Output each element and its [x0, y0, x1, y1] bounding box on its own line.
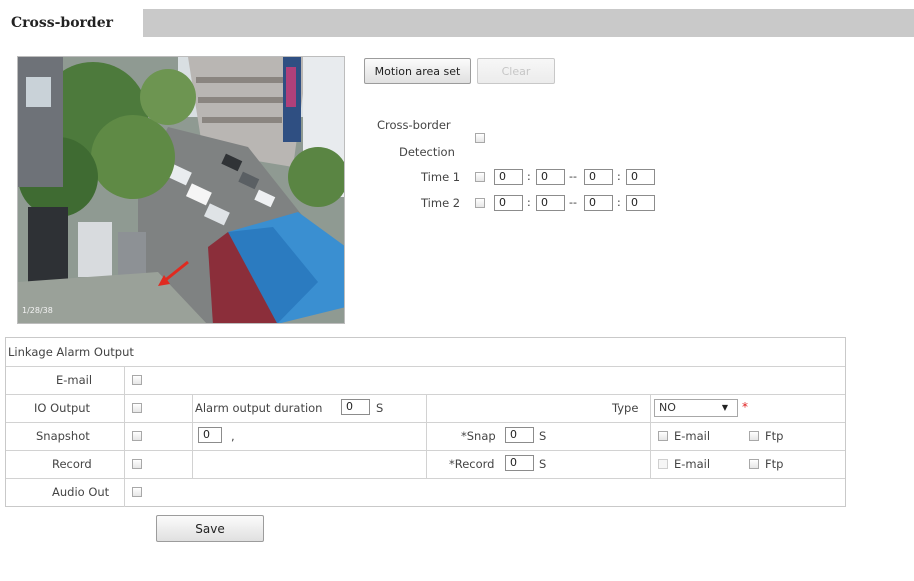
- title-bar: [143, 9, 914, 37]
- record-label: Record: [52, 457, 92, 471]
- save-button[interactable]: Save: [156, 515, 264, 542]
- snapshot-checkbox[interactable]: [132, 431, 142, 441]
- type-select[interactable]: NO ▼: [654, 399, 738, 417]
- page-title: Cross-border: [0, 9, 140, 37]
- time1-checkbox[interactable]: [475, 172, 485, 182]
- email-checkbox[interactable]: [132, 375, 142, 385]
- snap-ftp-checkbox[interactable]: [749, 431, 759, 441]
- record-ftp-label: Ftp: [765, 457, 784, 471]
- snap-email-checkbox[interactable]: [658, 431, 668, 441]
- linkage-alarm-table: Linkage Alarm Output E-mail IO Output Al…: [5, 337, 846, 507]
- clear-button[interactable]: Clear: [477, 58, 555, 84]
- snapshot-input[interactable]: 0: [198, 427, 222, 443]
- snapshot-separator: ,: [231, 429, 235, 443]
- record-email-checkbox[interactable]: [658, 459, 668, 469]
- time1-label: Time 1: [421, 170, 461, 184]
- time2-label: Time 2: [421, 196, 461, 210]
- type-selected-value: NO: [659, 401, 676, 414]
- chevron-down-icon: ▼: [721, 403, 728, 412]
- record-checkbox[interactable]: [132, 459, 142, 469]
- required-marker: *: [742, 400, 748, 414]
- time1-end-minute-input[interactable]: 0: [626, 169, 655, 185]
- time2-dash: --: [569, 196, 577, 209]
- snap-unit: S: [539, 429, 547, 443]
- record-email-label: E-mail: [674, 457, 711, 471]
- alarm-duration-label: Alarm output duration: [195, 401, 323, 415]
- camera-preview-image: 1/28/38: [18, 57, 344, 323]
- time2-colon-2: :: [617, 196, 621, 209]
- preview-timestamp: 1/28/38: [22, 306, 53, 315]
- time2-checkbox[interactable]: [475, 198, 485, 208]
- record-sub-label: *Record: [449, 457, 495, 471]
- cross-border-detection-checkbox[interactable]: [475, 133, 485, 143]
- snap-input[interactable]: 0: [505, 427, 534, 443]
- alarm-duration-input[interactable]: 0: [341, 399, 370, 415]
- detection-label: Detection: [399, 145, 455, 159]
- record-ftp-checkbox[interactable]: [749, 459, 759, 469]
- record-unit: S: [539, 457, 547, 471]
- snap-ftp-label: Ftp: [765, 429, 784, 443]
- email-label: E-mail: [56, 373, 93, 387]
- snap-email-label: E-mail: [674, 429, 711, 443]
- audio-out-checkbox[interactable]: [132, 487, 142, 497]
- record-input[interactable]: 0: [505, 455, 534, 471]
- motion-area-set-button[interactable]: Motion area set: [364, 58, 471, 84]
- alarm-duration-unit: S: [376, 401, 384, 415]
- type-label: Type: [612, 401, 639, 415]
- linkage-header: Linkage Alarm Output: [8, 345, 134, 359]
- snapshot-label: Snapshot: [36, 429, 90, 443]
- io-output-label: IO Output: [34, 401, 91, 415]
- time1-start-hour-input[interactable]: 0: [494, 169, 523, 185]
- cross-border-label: Cross-border: [377, 118, 451, 132]
- snap-label: *Snap: [461, 429, 496, 443]
- time1-start-minute-input[interactable]: 0: [536, 169, 565, 185]
- time1-end-hour-input[interactable]: 0: [584, 169, 613, 185]
- time2-end-hour-input[interactable]: 0: [584, 195, 613, 211]
- time1-dash: --: [569, 170, 577, 183]
- time1-colon-1: :: [527, 170, 531, 183]
- time2-colon-1: :: [527, 196, 531, 209]
- io-output-checkbox[interactable]: [132, 403, 142, 413]
- time1-colon-2: :: [617, 170, 621, 183]
- time2-end-minute-input[interactable]: 0: [626, 195, 655, 211]
- time2-start-hour-input[interactable]: 0: [494, 195, 523, 211]
- camera-preview[interactable]: 1/28/38: [17, 56, 345, 324]
- time2-start-minute-input[interactable]: 0: [536, 195, 565, 211]
- audio-out-label: Audio Out: [52, 485, 110, 499]
